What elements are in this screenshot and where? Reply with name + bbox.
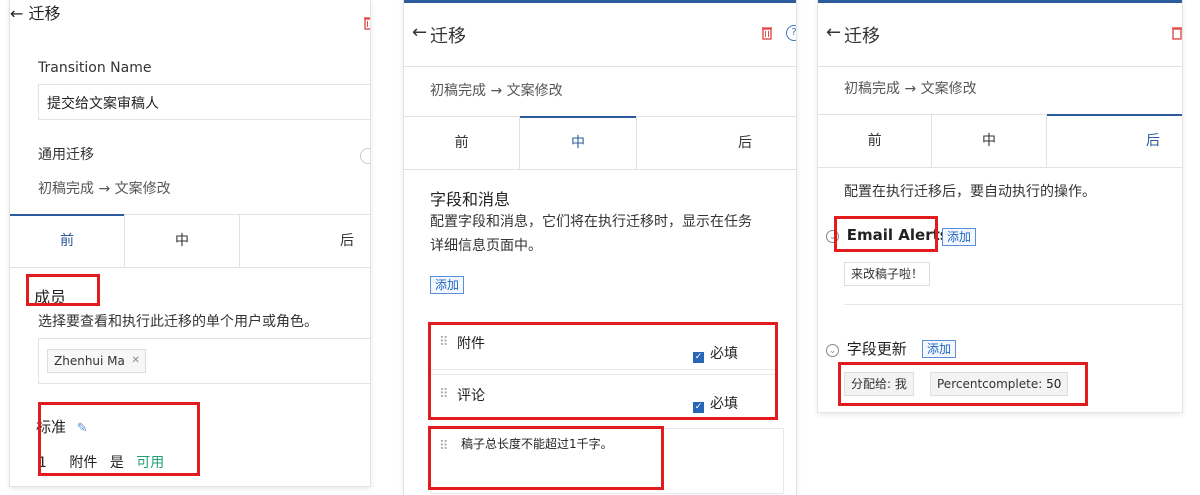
transition-name-value: 提交给文案审稿人 xyxy=(47,96,159,112)
member-chip: Zhenhui Ma ✕ xyxy=(47,349,146,373)
transition-route: 初稿完成 → 文案修改 xyxy=(38,181,171,197)
tab-before[interactable]: 前 xyxy=(10,214,125,267)
field-update-label: 字段更新 xyxy=(846,340,907,358)
phase-tabs: 前 中 后 xyxy=(10,214,370,268)
transition-panel-after: ← 迁移 初稿完成 → 文案修改 前 中 后 配置在执行迁移后，要自动执行的操作… xyxy=(818,0,1182,412)
tab-before[interactable]: 前 xyxy=(818,115,933,167)
fields-messages-desc-line1: 配置字段和消息，它们将在执行迁移时，显示在任务 xyxy=(430,214,752,230)
transition-name-input[interactable]: 提交给文案审稿人 xyxy=(38,84,370,120)
help-icon[interactable]: ? xyxy=(786,25,796,41)
tab-during[interactable]: 中 xyxy=(932,115,1047,167)
general-transition-label: 通用迁移 xyxy=(38,147,94,163)
panel-header: ← 迁移 ? xyxy=(404,0,796,67)
members-input[interactable]: Zhenhui Ma ✕ xyxy=(38,338,370,384)
transition-route: 初稿完成 → 文案修改 xyxy=(844,81,977,97)
panel-title: 迁移 xyxy=(844,26,880,47)
panel-header: ← 迁移 xyxy=(10,0,370,52)
divider xyxy=(844,304,1182,305)
panel-title: 迁移 xyxy=(430,26,466,47)
general-transition-toggle[interactable] xyxy=(360,148,370,164)
panel-title: 迁移 xyxy=(28,4,61,23)
transition-name-label: Transition Name xyxy=(38,60,152,76)
highlight-box-field-updates xyxy=(838,362,1088,406)
transition-panel-before: ← 迁移 Transition Name 提交给文案审稿人 通用迁移 初稿完成 … xyxy=(10,0,370,486)
trash-icon[interactable] xyxy=(1172,26,1182,40)
trash-icon[interactable] xyxy=(762,26,776,40)
tab-after[interactable]: 后 xyxy=(637,117,796,169)
member-chip-label: Zhenhui Ma xyxy=(54,354,125,368)
add-field-link[interactable]: 添加 xyxy=(430,276,465,294)
tab-before[interactable]: 前 xyxy=(404,117,521,169)
email-alert-chip[interactable]: 来改稿子啦！ xyxy=(844,262,931,286)
back-arrow-icon[interactable]: ← xyxy=(412,22,427,43)
highlight-box-email-alerts xyxy=(834,216,938,252)
highlight-box-members xyxy=(26,274,100,306)
fields-messages-heading: 字段和消息 xyxy=(430,190,511,209)
transition-route: 初稿完成 → 文案修改 xyxy=(430,83,563,99)
tab-after[interactable]: 后 xyxy=(1046,114,1182,167)
tab-during[interactable]: 中 xyxy=(520,116,637,169)
back-arrow-icon[interactable]: ← xyxy=(10,4,23,23)
phase-tabs: 前 中 后 xyxy=(404,116,796,170)
add-email-alert-link[interactable]: 添加 xyxy=(942,228,977,246)
trash-icon[interactable] xyxy=(364,16,370,30)
highlight-box-fields xyxy=(428,322,778,420)
highlight-box-message xyxy=(428,426,664,490)
highlight-box-criteria xyxy=(38,402,200,476)
transition-panel-during: ← 迁移 ? 初稿完成 → 文案修改 前 中 后 字段和消息 配置字段和消息，它… xyxy=(404,0,796,495)
fields-messages-desc-line2: 详细信息页面中。 xyxy=(430,238,542,254)
field-update-row: ⌄ 字段更新 xyxy=(826,338,907,359)
tab-during[interactable]: 中 xyxy=(125,215,240,267)
after-description: 配置在执行迁移后，要自动执行的操作。 xyxy=(844,184,1096,200)
phase-tabs: 前 中 后 xyxy=(818,114,1182,168)
collapse-chevron-icon[interactable]: ⌄ xyxy=(826,344,839,357)
back-arrow-icon[interactable]: ← xyxy=(826,22,841,43)
tab-after[interactable]: 后 xyxy=(240,215,370,267)
members-description: 选择要查看和执行此迁移的单个用户或角色。 xyxy=(38,314,318,330)
remove-x-icon[interactable]: ✕ xyxy=(132,350,140,372)
panel-header: ← 迁移 xyxy=(818,0,1182,67)
add-field-update-link[interactable]: 添加 xyxy=(922,340,957,358)
